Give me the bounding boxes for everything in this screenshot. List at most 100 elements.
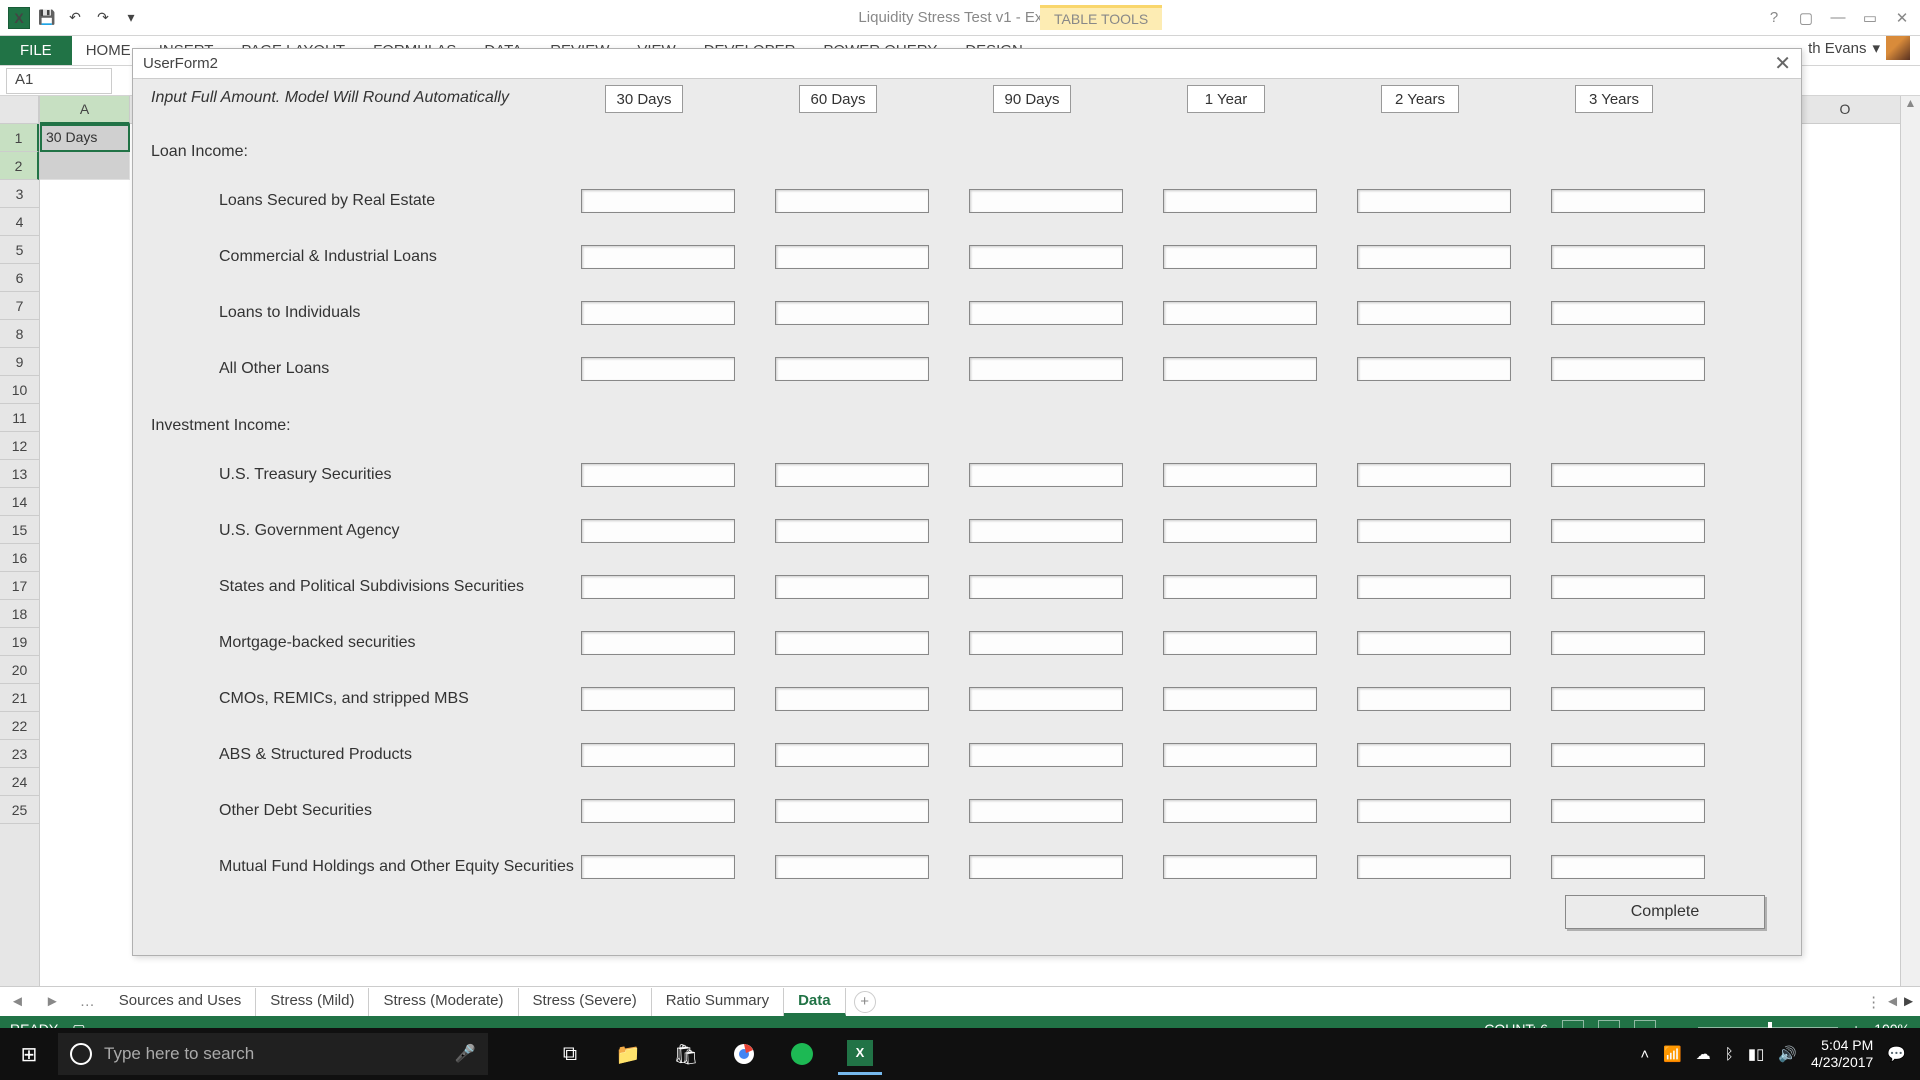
input-field[interactable] bbox=[1357, 463, 1511, 487]
sheet-tab-stress-mild-[interactable]: Stress (Mild) bbox=[256, 988, 369, 1016]
row-header-3[interactable]: 3 bbox=[0, 180, 39, 208]
cortana-icon[interactable] bbox=[70, 1043, 92, 1065]
input-field[interactable] bbox=[775, 357, 929, 381]
tab-nav-prev-icon[interactable]: ◄ bbox=[0, 993, 35, 1010]
hscroll-divider-icon[interactable]: ⋮ bbox=[1866, 993, 1881, 1011]
sheet-tab-ratio-summary[interactable]: Ratio Summary bbox=[652, 988, 784, 1016]
input-field[interactable] bbox=[1163, 575, 1317, 599]
taskbar-clock[interactable]: 5:04 PM 4/23/2017 bbox=[1811, 1037, 1873, 1071]
hscroll-left-icon[interactable]: ◄ bbox=[1885, 993, 1900, 1010]
sheet-tab-sources-and-uses[interactable]: Sources and Uses bbox=[105, 988, 257, 1016]
mic-icon[interactable]: 🎤 bbox=[455, 1044, 476, 1064]
taskbar-search[interactable]: Type here to search 🎤 bbox=[58, 1033, 488, 1075]
input-field[interactable] bbox=[969, 357, 1123, 381]
input-field[interactable] bbox=[1163, 687, 1317, 711]
row-header-14[interactable]: 14 bbox=[0, 488, 39, 516]
vertical-scrollbar[interactable]: ▲ bbox=[1900, 96, 1920, 986]
input-field[interactable] bbox=[1551, 519, 1705, 543]
sheet-tab-stress-moderate-[interactable]: Stress (Moderate) bbox=[369, 988, 518, 1016]
row-header-5[interactable]: 5 bbox=[0, 236, 39, 264]
input-field[interactable] bbox=[775, 799, 929, 823]
col-header-o[interactable]: O bbox=[1800, 96, 1890, 117]
input-field[interactable] bbox=[1357, 575, 1511, 599]
row-header-10[interactable]: 10 bbox=[0, 376, 39, 404]
input-field[interactable] bbox=[969, 687, 1123, 711]
input-field[interactable] bbox=[1357, 357, 1511, 381]
notifications-icon[interactable]: 💬 bbox=[1887, 1045, 1906, 1063]
tray-expand-icon[interactable]: ˄ bbox=[1640, 1046, 1649, 1063]
row-header-23[interactable]: 23 bbox=[0, 740, 39, 768]
input-field[interactable] bbox=[1163, 463, 1317, 487]
input-field[interactable] bbox=[1551, 463, 1705, 487]
input-field[interactable] bbox=[969, 463, 1123, 487]
input-field[interactable] bbox=[581, 687, 735, 711]
input-field[interactable] bbox=[581, 301, 735, 325]
input-field[interactable] bbox=[1357, 301, 1511, 325]
input-field[interactable] bbox=[581, 855, 735, 879]
row-header-6[interactable]: 6 bbox=[0, 264, 39, 292]
input-field[interactable] bbox=[1357, 631, 1511, 655]
excel-taskbar-icon[interactable]: X bbox=[838, 1033, 882, 1075]
undo-icon[interactable]: ↶ bbox=[64, 7, 86, 29]
spotify-icon[interactable] bbox=[780, 1033, 824, 1075]
input-field[interactable] bbox=[581, 575, 735, 599]
input-field[interactable] bbox=[1551, 301, 1705, 325]
scroll-up-icon[interactable]: ▲ bbox=[1901, 96, 1920, 116]
onedrive-icon[interactable]: ☁ bbox=[1696, 1045, 1711, 1063]
account-dropdown-icon[interactable]: ▾ bbox=[1872, 39, 1880, 57]
input-field[interactable] bbox=[1163, 743, 1317, 767]
input-field[interactable] bbox=[969, 855, 1123, 879]
file-tab[interactable]: FILE bbox=[0, 36, 72, 65]
file-explorer-icon[interactable]: 📁 bbox=[606, 1033, 650, 1075]
input-field[interactable] bbox=[775, 575, 929, 599]
input-field[interactable] bbox=[1357, 687, 1511, 711]
input-field[interactable] bbox=[775, 687, 929, 711]
input-field[interactable] bbox=[969, 301, 1123, 325]
input-field[interactable] bbox=[775, 855, 929, 879]
account-area[interactable]: th Evans ▾ bbox=[1808, 36, 1910, 60]
input-field[interactable] bbox=[775, 463, 929, 487]
input-field[interactable] bbox=[969, 519, 1123, 543]
redo-icon[interactable]: ↷ bbox=[92, 7, 114, 29]
save-icon[interactable]: 💾 bbox=[36, 7, 58, 29]
task-view-icon[interactable]: ⧉ bbox=[548, 1033, 592, 1075]
row-header-9[interactable]: 9 bbox=[0, 348, 39, 376]
maximize-icon[interactable]: ▭ bbox=[1858, 9, 1882, 27]
input-field[interactable] bbox=[581, 631, 735, 655]
row-header-21[interactable]: 21 bbox=[0, 684, 39, 712]
input-field[interactable] bbox=[1163, 519, 1317, 543]
row-header-13[interactable]: 13 bbox=[0, 460, 39, 488]
hscroll-right-icon[interactable]: ► bbox=[1901, 993, 1916, 1010]
row-header-16[interactable]: 16 bbox=[0, 544, 39, 572]
cell-a2[interactable] bbox=[40, 152, 130, 180]
sheet-tab-data[interactable]: Data bbox=[784, 988, 846, 1016]
input-field[interactable] bbox=[1163, 799, 1317, 823]
input-field[interactable] bbox=[1551, 189, 1705, 213]
input-field[interactable] bbox=[1551, 575, 1705, 599]
start-button[interactable]: ⊞ bbox=[0, 1042, 58, 1067]
wifi-icon[interactable]: 📶 bbox=[1663, 1045, 1682, 1063]
close-icon[interactable]: ✕ bbox=[1890, 9, 1914, 27]
input-field[interactable] bbox=[775, 631, 929, 655]
input-field[interactable] bbox=[1357, 519, 1511, 543]
userform-close-icon[interactable]: ✕ bbox=[1774, 51, 1791, 76]
row-header-25[interactable]: 25 bbox=[0, 796, 39, 824]
input-field[interactable] bbox=[1551, 357, 1705, 381]
input-field[interactable] bbox=[775, 245, 929, 269]
input-field[interactable] bbox=[1163, 631, 1317, 655]
row-header-22[interactable]: 22 bbox=[0, 712, 39, 740]
input-field[interactable] bbox=[969, 799, 1123, 823]
row-header-1[interactable]: 1 bbox=[0, 124, 39, 152]
select-all-corner[interactable] bbox=[0, 96, 39, 124]
row-header-11[interactable]: 11 bbox=[0, 404, 39, 432]
col-header-a[interactable]: A bbox=[40, 96, 130, 124]
ribbon-options-icon[interactable]: ▢ bbox=[1794, 9, 1818, 27]
input-field[interactable] bbox=[1551, 855, 1705, 879]
input-field[interactable] bbox=[1551, 631, 1705, 655]
cell-a1[interactable]: 30 Days bbox=[40, 124, 130, 152]
input-field[interactable] bbox=[1357, 245, 1511, 269]
complete-button[interactable]: Complete bbox=[1565, 895, 1765, 929]
chrome-icon[interactable] bbox=[722, 1033, 766, 1075]
input-field[interactable] bbox=[1551, 245, 1705, 269]
row-header-18[interactable]: 18 bbox=[0, 600, 39, 628]
